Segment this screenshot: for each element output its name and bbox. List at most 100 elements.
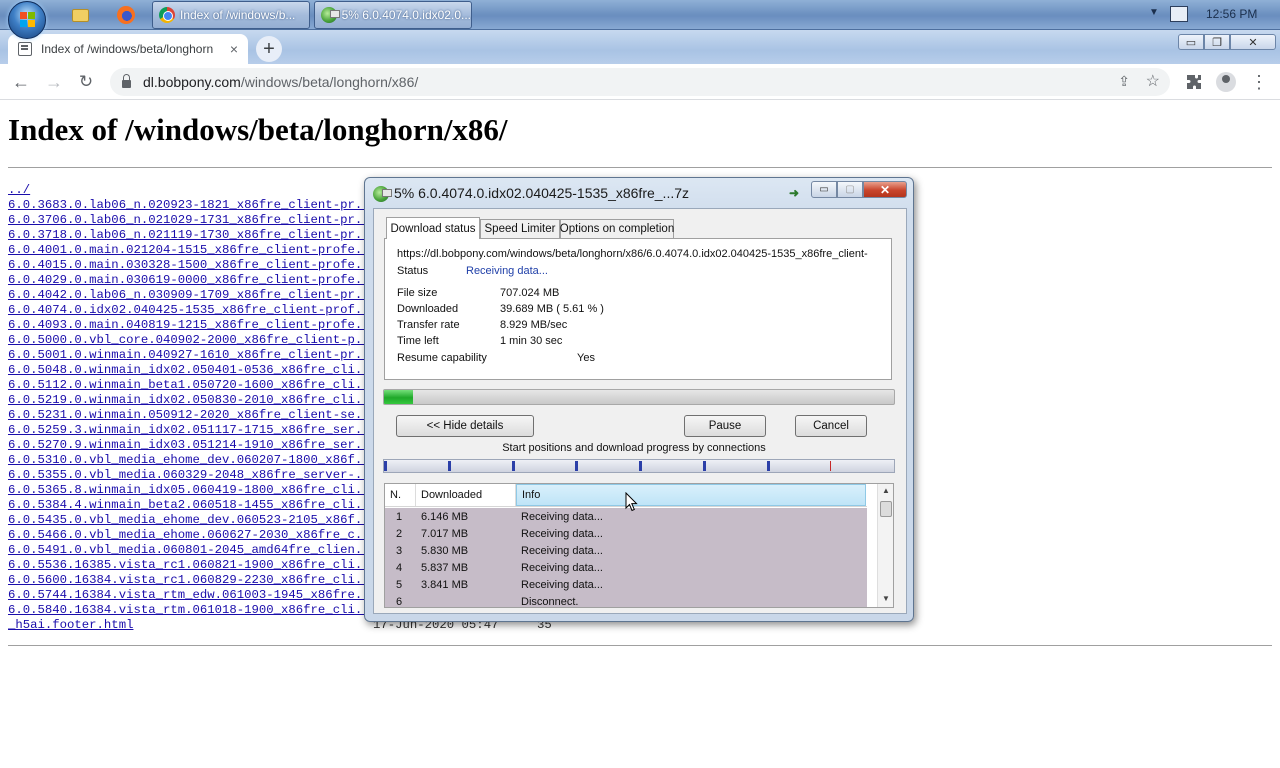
file-link[interactable]: 6.0.5384.4.winmain_beta2.060518-1455_x86…: [8, 498, 366, 513]
cancel-button[interactable]: Cancel: [795, 415, 867, 437]
chrome-tab-strip: Index of /windows/beta/longhorn × + ▭ ❐ …: [0, 30, 1280, 64]
tray-expand-icon[interactable]: ▼: [1149, 7, 1159, 18]
table-row[interactable]: 2 7.017 MB Receiving data...: [385, 526, 867, 543]
lock-icon[interactable]: [122, 74, 131, 88]
scroll-down-icon[interactable]: ▼: [882, 594, 890, 603]
file-link[interactable]: 6.0.5536.16385.vista_rc1.060821-1900_x86…: [8, 558, 366, 573]
tab-options-on-completion[interactable]: Options on completion: [560, 219, 674, 238]
network-icon[interactable]: [1170, 6, 1188, 22]
table-row[interactable]: 6 Disconnect.: [385, 594, 867, 607]
share-icon[interactable]: ⇪: [1118, 73, 1130, 90]
connection-info: Receiving data...: [521, 511, 603, 523]
resume-capability-value: Yes: [577, 352, 595, 364]
address-bar[interactable]: dl.bobpony.com/windows/beta/longhorn/x86…: [110, 68, 1170, 96]
file-link[interactable]: ../: [8, 183, 366, 198]
file-link[interactable]: 6.0.5048.0.winmain_idx02.050401-0536_x86…: [8, 363, 366, 378]
reload-button[interactable]: ↻: [75, 71, 97, 93]
column-header-info[interactable]: Info: [516, 484, 866, 506]
page-icon: [18, 42, 32, 56]
downloaded-value: 39.689 MB ( 5.61 % ): [500, 303, 604, 315]
clock[interactable]: 12:56 PM: [1206, 7, 1257, 21]
file-link[interactable]: 6.0.4001.0.main.021204-1515_x86fre_clien…: [8, 243, 366, 258]
table-row[interactable]: 4 5.837 MB Receiving data...: [385, 560, 867, 577]
scroll-up-icon[interactable]: ▲: [882, 486, 890, 495]
start-button[interactable]: [8, 1, 46, 39]
close-dialog-button[interactable]: ✕: [863, 181, 907, 198]
file-link[interactable]: 6.0.4029.0.main.030619-0000_x86fre_clien…: [8, 273, 366, 288]
table-scrollbar[interactable]: ▲ ▼: [877, 484, 893, 607]
file-link[interactable]: 6.0.5231.0.winmain.050912-2020_x86fre_cl…: [8, 408, 366, 423]
file-link[interactable]: 6.0.5491.0.vbl_media.060801-2045_amd64fr…: [8, 543, 366, 558]
more-menu-icon[interactable]: ⋮: [1248, 71, 1270, 93]
connections-progress-bar: [383, 459, 895, 473]
connection-info: Receiving data...: [521, 579, 603, 591]
chrome-icon: [159, 7, 175, 23]
back-button[interactable]: ←: [10, 71, 32, 93]
status-label: Status: [397, 265, 429, 277]
taskbar-task-chrome[interactable]: Index of /windows/b...: [152, 1, 310, 29]
tab-download-status[interactable]: Download status: [386, 217, 480, 239]
dialog-titlebar[interactable]: 5% 6.0.4074.0.idx02.040425-1535_x86fre_.…: [365, 178, 913, 208]
restore-button[interactable]: ❐: [1204, 34, 1230, 50]
scroll-thumb[interactable]: [880, 501, 892, 517]
connection-marker: [639, 461, 642, 471]
file-link[interactable]: 6.0.5259.3.winmain_idx02.051117-1715_x86…: [8, 423, 366, 438]
file-link[interactable]: 6.0.5219.0.winmain_idx02.050830-2010_x86…: [8, 393, 366, 408]
pause-button[interactable]: Pause: [684, 415, 766, 437]
dialog-title: 5% 6.0.4074.0.idx02.040425-1535_x86fre_.…: [394, 185, 690, 201]
forward-button[interactable]: →: [43, 71, 65, 93]
file-link[interactable]: 6.0.5270.9.winmain_idx03.051214-1910_x86…: [8, 438, 366, 453]
file-link[interactable]: 6.0.3718.0.lab06_n.021119-1730_x86fre_cl…: [8, 228, 366, 243]
file-link[interactable]: 6.0.5365.8.winmain_idx05.060419-1800_x86…: [8, 483, 366, 498]
table-row[interactable]: 3 5.830 MB Receiving data...: [385, 543, 867, 560]
column-header-downloaded[interactable]: Downloaded: [416, 484, 516, 506]
file-link[interactable]: 6.0.5466.0.vbl_media_ehome.060627-2030_x…: [8, 528, 366, 543]
file-link[interactable]: 6.0.4042.0.lab06_n.030909-1709_x86fre_cl…: [8, 288, 366, 303]
file-link[interactable]: 6.0.5310.0.vbl_media_ehome_dev.060207-18…: [8, 453, 366, 468]
file-link[interactable]: 6.0.5112.0.winmain_beta1.050720-1600_x86…: [8, 378, 366, 393]
connection-number: 4: [396, 562, 403, 574]
file-link[interactable]: 6.0.5840.16384.vista_rtm.061018-1900_x86…: [8, 603, 366, 618]
browser-toolbar: ← → ↻ dl.bobpony.com/windows/beta/longho…: [0, 64, 1280, 100]
file-link[interactable]: 6.0.5000.0.vbl_core.040902-2000_x86fre_c…: [8, 333, 366, 348]
new-tab-button[interactable]: +: [256, 36, 282, 62]
explorer-taskbar-icon[interactable]: [70, 5, 90, 25]
extensions-icon[interactable]: [1183, 71, 1205, 93]
file-link[interactable]: 6.0.4015.0.main.030328-1500_x86fre_clien…: [8, 258, 366, 273]
resume-capability-label: Resume capability: [397, 352, 487, 364]
file-link[interactable]: 6.0.5744.16384.vista_rtm_edw.061003-1945…: [8, 588, 366, 603]
connection-marker: [512, 461, 515, 471]
tab-speed-limiter[interactable]: Speed Limiter: [480, 219, 560, 238]
file-link[interactable]: 6.0.5435.0.vbl_media_ehome_dev.060523-21…: [8, 513, 366, 528]
file-link[interactable]: 6.0.4093.0.main.040819-1215_x86fre_clien…: [8, 318, 366, 333]
progress-fill: [384, 390, 413, 404]
profile-avatar[interactable]: [1215, 71, 1237, 93]
firefox-taskbar-icon[interactable]: [116, 5, 136, 25]
taskbar-task-idm[interactable]: 5% 6.0.4074.0.idx02.0...: [314, 1, 472, 29]
column-header-number[interactable]: N.: [385, 484, 416, 506]
connection-downloaded: 5.830 MB: [421, 545, 469, 557]
file-link[interactable]: 6.0.3683.0.lab06_n.020923-1821_x86fre_cl…: [8, 198, 366, 213]
transfer-rate-label: Transfer rate: [397, 319, 460, 331]
hide-details-button[interactable]: << Hide details: [396, 415, 534, 437]
taskbar-task-label: Index of /windows/b...: [180, 8, 296, 22]
close-tab-icon[interactable]: ×: [230, 41, 238, 57]
connections-caption: Start positions and download progress by…: [502, 442, 766, 454]
connection-marker: [767, 461, 770, 471]
file-link[interactable]: 6.0.5001.0.winmain.040927-1610_x86fre_cl…: [8, 348, 366, 363]
table-row[interactable]: 5 3.841 MB Receiving data...: [385, 577, 867, 594]
file-link[interactable]: 6.0.5600.16384.vista_rc1.060829-2230_x86…: [8, 573, 366, 588]
bookmark-star-icon[interactable]: ☆: [1146, 71, 1160, 91]
minimize-button[interactable]: ▭: [1178, 34, 1204, 50]
file-link[interactable]: 6.0.3706.0.lab06_n.021029-1731_x86fre_cl…: [8, 213, 366, 228]
file-link[interactable]: _h5ai.footer.html: [8, 618, 366, 633]
maximize-button[interactable]: ▢: [837, 181, 863, 198]
close-window-button[interactable]: ✕: [1230, 34, 1276, 50]
connection-marker: [448, 461, 451, 471]
taskbar-task-label: 5% 6.0.4074.0.idx02.0...: [341, 8, 471, 22]
connection-marker: [703, 461, 706, 471]
file-link[interactable]: 6.0.4074.0.idx02.040425-1535_x86fre_clie…: [8, 303, 366, 318]
file-link[interactable]: 6.0.5355.0.vbl_media.060329-2048_x86fre_…: [8, 468, 366, 483]
minimize-button[interactable]: ▭: [811, 181, 837, 198]
browser-tab[interactable]: Index of /windows/beta/longhorn ×: [8, 34, 248, 64]
